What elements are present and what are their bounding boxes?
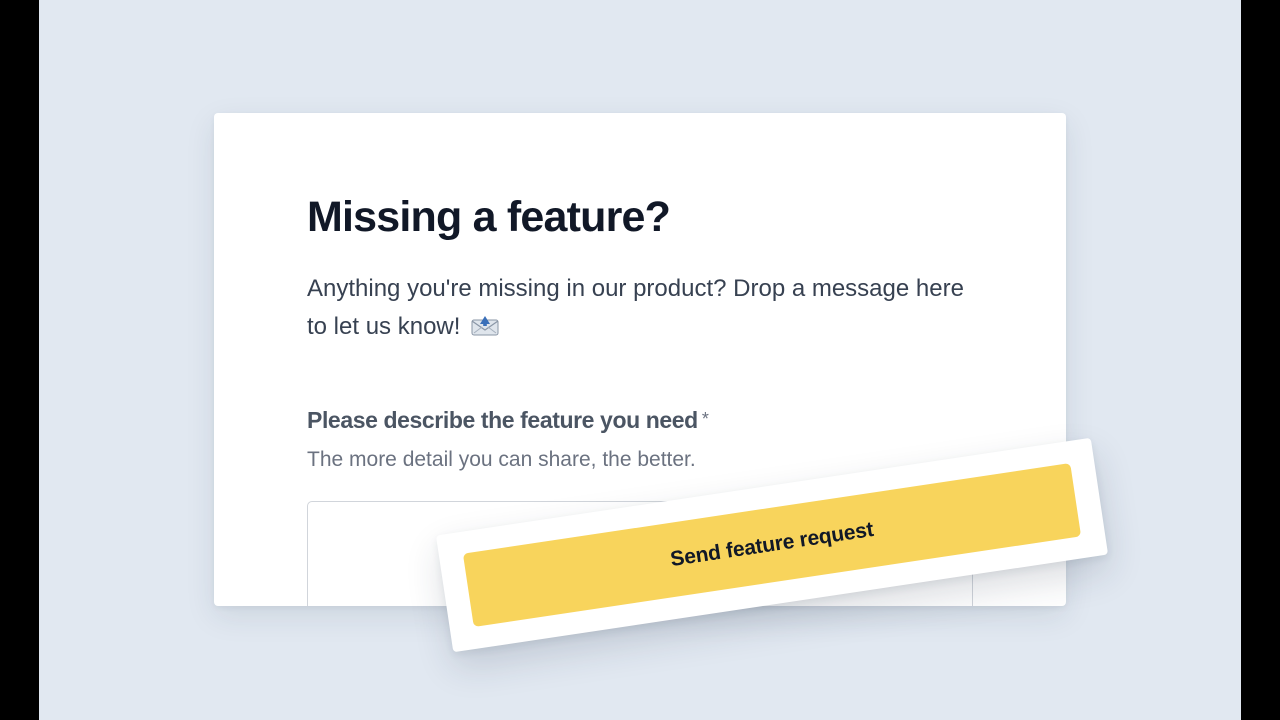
form-description: Anything you're missing in our product? …	[307, 270, 967, 348]
envelope-with-arrow-icon	[471, 310, 499, 348]
feature-field-help: The more detail you can share, the bette…	[307, 448, 696, 471]
page-title: Missing a feature?	[307, 193, 671, 241]
description-text: Anything you're missing in our product? …	[307, 275, 964, 340]
required-indicator: *	[701, 409, 709, 429]
page-background: Missing a feature? Anything you're missi…	[39, 0, 1241, 720]
feature-field-label: Please describe the feature you need *	[307, 407, 709, 434]
feature-field-label-text: Please describe the feature you need	[307, 407, 698, 433]
